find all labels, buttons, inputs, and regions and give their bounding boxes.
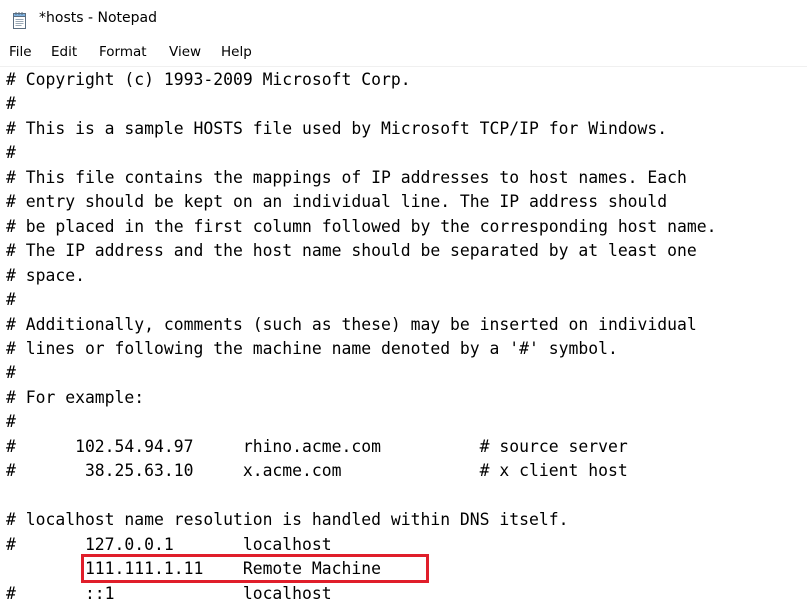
title-bar[interactable]: *hosts - Notepad xyxy=(0,0,807,38)
notepad-window: *hosts - Notepad File Edit Format View H… xyxy=(0,0,807,603)
text-line: # Additionally, comments (such as these)… xyxy=(6,315,697,334)
text-editor-area[interactable]: # Copyright (c) 1993-2009 Microsoft Corp… xyxy=(0,67,807,603)
text-line: # be placed in the first column followed… xyxy=(6,217,717,236)
text-line: # For example: xyxy=(6,388,145,407)
notepad-icon xyxy=(12,11,28,29)
menu-edit[interactable]: Edit xyxy=(51,44,77,60)
text-line: # lines or following the machine name de… xyxy=(6,339,618,358)
text-line: # 127.0.0.1 localhost xyxy=(6,535,332,554)
text-line: # The IP address and the host name shoul… xyxy=(6,241,697,260)
text-line: # xyxy=(6,363,16,382)
menu-bar: File Edit Format View Help xyxy=(0,38,807,67)
text-line: # xyxy=(6,412,16,431)
highlighted-text-line: 111.111.1.11 Remote Machine xyxy=(6,559,381,578)
text-line: # xyxy=(6,94,16,113)
text-line: # entry should be kept on an individual … xyxy=(6,192,668,211)
text-line: # This file contains the mappings of IP … xyxy=(6,168,687,187)
window-title: *hosts - Notepad xyxy=(39,10,157,26)
menu-view[interactable]: View xyxy=(169,44,201,60)
text-line: # 102.54.94.97 rhino.acme.com # source s… xyxy=(6,437,628,456)
text-line: # ::1 localhost xyxy=(6,584,332,603)
text-line: # xyxy=(6,143,16,162)
menu-help[interactable]: Help xyxy=(221,44,252,60)
text-line: # This is a sample HOSTS file used by Mi… xyxy=(6,119,668,138)
menu-file[interactable]: File xyxy=(9,44,32,60)
text-line: # Copyright (c) 1993-2009 Microsoft Corp… xyxy=(6,70,411,89)
text-line: # localhost name resolution is handled w… xyxy=(6,510,569,529)
text-line: # xyxy=(6,290,16,309)
text-line: # 38.25.63.10 x.acme.com # x client host xyxy=(6,461,628,480)
text-line: # space. xyxy=(6,266,85,285)
menu-format[interactable]: Format xyxy=(99,44,147,60)
